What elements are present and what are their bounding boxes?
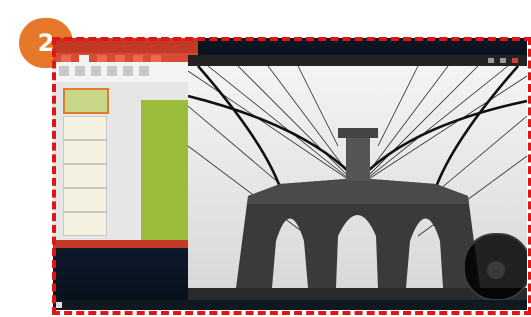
dial-center-button[interactable] xyxy=(487,261,505,279)
desktop-screenshot xyxy=(53,38,527,310)
ribbon-button[interactable] xyxy=(75,66,85,76)
slide-canvas[interactable] xyxy=(141,100,189,240)
powerpoint-ribbon xyxy=(53,62,198,83)
ribbon-tab[interactable] xyxy=(61,55,71,62)
slide-thumbnail[interactable] xyxy=(63,212,107,236)
ribbon-button[interactable] xyxy=(59,66,69,76)
powerpoint-titlebar xyxy=(53,38,198,53)
desktop-background xyxy=(53,248,198,300)
start-icon[interactable] xyxy=(56,302,62,308)
ribbon-tab[interactable] xyxy=(151,55,161,62)
photo-viewer-titlebar xyxy=(188,55,527,66)
dial-icon[interactable] xyxy=(463,233,527,301)
window-close-icon[interactable] xyxy=(512,58,518,63)
slide-thumbnail[interactable] xyxy=(63,140,107,164)
slide-thumbnail[interactable] xyxy=(63,88,109,114)
ribbon-tab[interactable] xyxy=(79,55,89,62)
powerpoint-statusbar xyxy=(53,240,198,248)
slide-thumbnail[interactable] xyxy=(63,188,107,212)
powerpoint-ribbon-tabs xyxy=(53,53,198,62)
ribbon-button[interactable] xyxy=(123,66,133,76)
ribbon-tab[interactable] xyxy=(133,55,143,62)
window-minimize-icon[interactable] xyxy=(488,58,494,63)
taskbar xyxy=(53,300,527,310)
window-maximize-icon[interactable] xyxy=(500,58,506,63)
ribbon-tab[interactable] xyxy=(115,55,125,62)
ribbon-tab[interactable] xyxy=(97,55,107,62)
ribbon-button[interactable] xyxy=(107,66,117,76)
slide-thumbnail[interactable] xyxy=(63,164,107,188)
ribbon-button[interactable] xyxy=(139,66,149,76)
ribbon-button[interactable] xyxy=(91,66,101,76)
powerpoint-workspace xyxy=(53,82,198,240)
slide-thumbnail[interactable] xyxy=(63,116,107,140)
